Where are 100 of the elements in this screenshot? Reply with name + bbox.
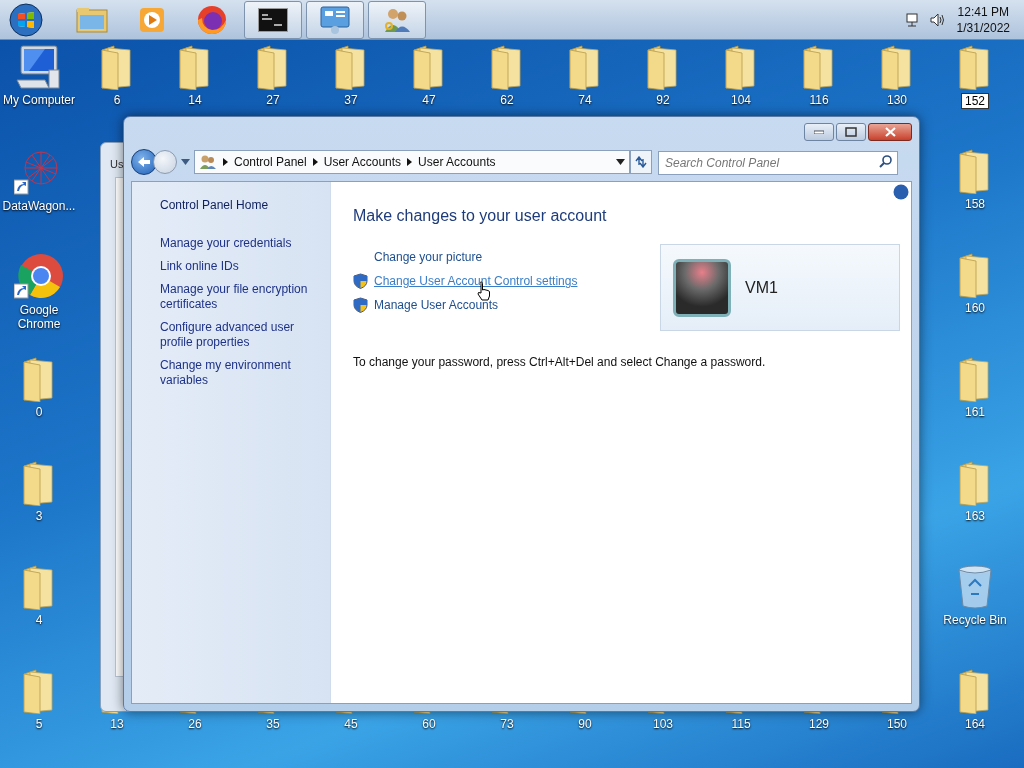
sidebar-link[interactable]: Change my environment variables [160, 358, 320, 388]
icon-label[interactable]: 60 [422, 717, 436, 731]
breadcrumb-item[interactable]: Control Panel [234, 153, 307, 171]
icon-label[interactable]: 73 [500, 717, 514, 731]
folder-icon [412, 44, 446, 90]
icon-label[interactable]: 103 [653, 717, 673, 731]
maximize-button[interactable] [836, 123, 866, 141]
icon-label[interactable]: 158 [965, 197, 985, 211]
icon-label[interactable]: Recycle Bin [943, 613, 1007, 627]
folder-icon [22, 460, 56, 506]
folder-icon [22, 356, 56, 402]
user-picture [673, 258, 731, 317]
play-icon [138, 5, 166, 34]
users-icon [199, 154, 217, 170]
icon-label[interactable]: 129 [809, 717, 829, 731]
folder-icon [958, 460, 992, 506]
icon-label[interactable]: 13 [110, 717, 124, 731]
icon-label[interactable]: 74 [578, 93, 592, 107]
task-link[interactable]: Change User Account Control settings [374, 272, 578, 290]
control-panel-home-link[interactable]: Control Panel Home [160, 196, 316, 214]
search-icon [879, 155, 892, 168]
start-orb-icon [9, 2, 43, 37]
icon-label[interactable]: 164 [965, 717, 985, 731]
task-link[interactable]: Manage User Accounts [374, 296, 499, 314]
network-icon [904, 11, 921, 28]
folder-icon [178, 44, 212, 90]
firefox-icon [196, 3, 228, 36]
icon-label[interactable]: 90 [578, 717, 592, 731]
close-icon [884, 127, 896, 137]
icon-label[interactable]: Google Chrome [1, 303, 77, 331]
clock-time: 12:41 PM [957, 3, 1009, 20]
volume-icon [928, 11, 945, 28]
icon-label[interactable]: 163 [965, 509, 985, 523]
icon-label[interactable]: 26 [188, 717, 202, 731]
chrome-icon [14, 252, 64, 300]
folder-icon [646, 44, 680, 90]
sidebar-link[interactable]: Manage your credentials [160, 236, 320, 251]
folder-icon [958, 148, 992, 194]
icon-label[interactable]: 161 [965, 405, 985, 419]
recycle-bin-icon [955, 564, 995, 610]
icon-label[interactable]: 5 [35, 717, 43, 731]
folder-icon [958, 44, 992, 90]
icon-label[interactable]: 116 [809, 93, 829, 107]
account-name: VM1 [745, 277, 778, 298]
minimize-button[interactable] [804, 123, 834, 141]
icon-label[interactable]: 3 [35, 509, 43, 523]
close-button[interactable] [868, 123, 912, 141]
folder-icon [958, 252, 992, 298]
chevron-right-icon [312, 158, 318, 166]
control-panel-icon [320, 5, 350, 34]
icon-label[interactable]: 104 [731, 93, 751, 107]
icon-label[interactable]: 45 [344, 717, 358, 731]
clock-date: 1/31/2022 [956, 19, 1010, 36]
folder-icon [724, 44, 758, 90]
dropdown-arrow-icon[interactable] [616, 159, 625, 165]
breadcrumb-item[interactable]: User Accounts [418, 153, 496, 171]
icon-label[interactable]: 14 [188, 93, 202, 107]
icon-label[interactable]: 130 [887, 93, 907, 107]
search-field[interactable]: Search Control Panel [658, 151, 898, 175]
icon-label[interactable]: 62 [500, 93, 514, 107]
back-button[interactable] [131, 149, 157, 175]
refresh-button[interactable] [630, 150, 652, 174]
taskbar-button[interactable] [244, 0, 302, 39]
folder-icon [958, 668, 992, 714]
refresh-icon [634, 156, 648, 168]
folder-icon [22, 668, 56, 714]
address-bar[interactable]: Control Panel User Accounts User Accounts [194, 150, 630, 174]
folder-icon [334, 44, 368, 90]
icon-label[interactable]: 4 [35, 613, 43, 627]
sidebar-link[interactable]: Manage your file encryption certificates [160, 282, 320, 312]
folder-icon [490, 44, 524, 90]
folder-icon [76, 5, 108, 34]
window-title: Us [110, 158, 124, 170]
chevron-right-icon [407, 158, 413, 166]
icon-label[interactable]: 35 [266, 717, 280, 731]
sidebar-link[interactable]: Link online IDs [160, 259, 320, 274]
folder-icon [22, 564, 56, 610]
icon-label[interactable]: 115 [731, 717, 751, 731]
icon-label[interactable]: 0 [35, 405, 43, 419]
icon-label[interactable]: 37 [344, 93, 358, 107]
icon-label[interactable]: 27 [266, 93, 280, 107]
computer-icon [15, 44, 63, 90]
icon-label[interactable]: 47 [422, 93, 436, 107]
sidebar-link[interactable]: Configure advanced user profile properties [160, 320, 320, 350]
icon-label[interactable]: DataWagon... [2, 199, 76, 213]
folder-icon [100, 44, 134, 90]
restore-icon [845, 127, 857, 137]
icon-label[interactable]: 160 [965, 301, 985, 315]
icon-label[interactable]: 150 [887, 717, 907, 731]
icon-label[interactable]: 6 [113, 93, 121, 107]
task-link[interactable]: Change your picture [374, 248, 483, 266]
icon-label[interactable]: 92 [656, 93, 670, 107]
folder-icon [568, 44, 602, 90]
password-note: To change your password, press Ctrl+Alt+Del and select Change a password. [353, 354, 767, 371]
minimize-icon [814, 130, 824, 134]
breadcrumb-item[interactable]: User Accounts [323, 153, 402, 171]
icon-label[interactable]: My Computer [3, 93, 75, 107]
folder-icon [256, 44, 290, 90]
terminal-icon [258, 7, 288, 32]
icon-label[interactable]: 152 [961, 93, 989, 109]
